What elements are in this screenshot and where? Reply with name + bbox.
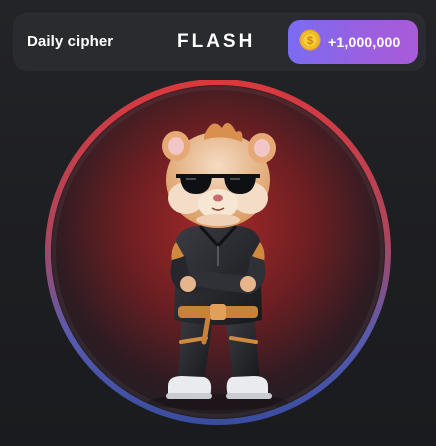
hamster-character[interactable] bbox=[0, 80, 436, 446]
svg-text:$: $ bbox=[307, 35, 313, 47]
character-stage bbox=[0, 80, 436, 446]
coin-icon: $ bbox=[299, 29, 321, 56]
reward-badge[interactable]: $ +1,000,000 bbox=[288, 20, 418, 64]
reward-amount: +1,000,000 bbox=[328, 34, 401, 50]
cipher-word: FLASH bbox=[177, 31, 256, 52]
daily-cipher-bar: Daily cipher FLASH $ +1,000,000 bbox=[13, 13, 426, 71]
daily-cipher-label: Daily cipher bbox=[27, 33, 114, 50]
